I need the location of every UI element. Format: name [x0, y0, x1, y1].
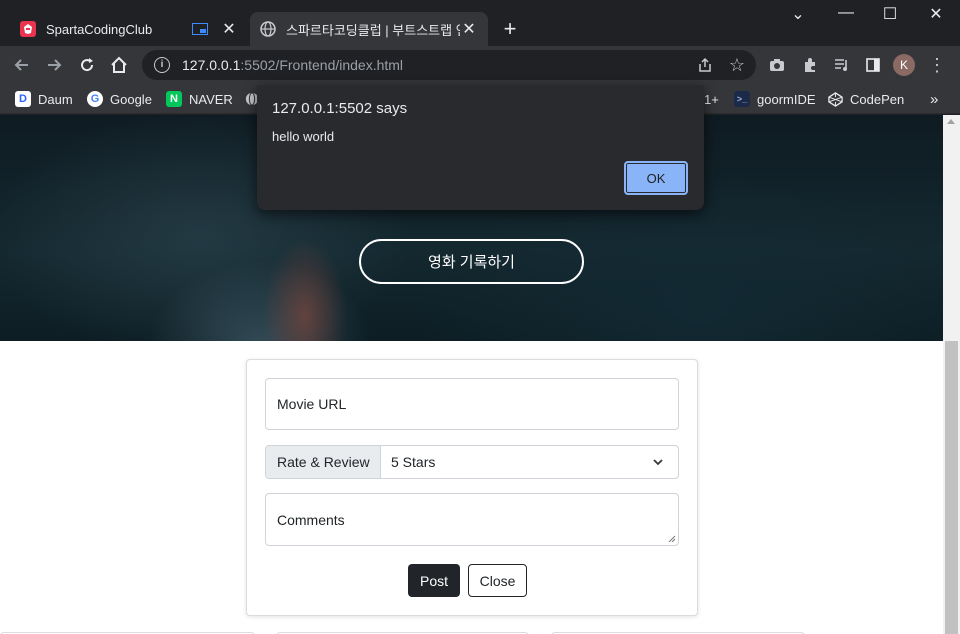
comments-placeholder: Comments [277, 511, 345, 528]
movie-post-form: Movie URL Rate & Review 5 Stars Comments… [246, 359, 698, 616]
tab-title: SpartaCodingClub [46, 21, 153, 37]
address-bar[interactable]: i 127.0.0.1:5502/Frontend/index.html [142, 50, 756, 80]
scrollbar-thumb[interactable] [945, 341, 958, 634]
daum-icon: D [15, 91, 31, 107]
bookmark-label: CodePen [850, 91, 905, 107]
post-button[interactable]: Post [408, 564, 460, 597]
close-window-button[interactable]: ✕ [914, 4, 958, 24]
google-icon: G [87, 91, 103, 107]
tab-strip: SpartaCodingClub ✕ 스파르타코딩클럽 | 부트스트랩 연습 ✕… [0, 0, 960, 46]
bookmarks-overflow-icon[interactable]: » [930, 89, 938, 109]
tab-bootstrap-practice[interactable]: 스파르타코딩클럽 | 부트스트랩 연습 ✕ [250, 12, 488, 46]
profile-avatar[interactable]: K [893, 54, 915, 76]
tab-close-icon[interactable]: ✕ [460, 19, 478, 39]
rating-selected-value: 5 Stars [391, 454, 436, 470]
goormide-icon: >_ [734, 91, 750, 107]
bookmark-star-icon[interactable]: ☆ [724, 52, 750, 78]
site-info-icon[interactable]: i [154, 57, 170, 73]
close-button[interactable]: Close [468, 564, 527, 597]
reload-icon[interactable] [74, 52, 100, 78]
extensions-icon[interactable] [797, 52, 823, 78]
maximize-button[interactable]: ☐ [868, 4, 912, 24]
forward-icon[interactable] [41, 52, 67, 78]
more-menu-icon[interactable]: ⋮ [924, 52, 950, 78]
url-host: 127.0.0.1 [182, 57, 241, 73]
home-icon[interactable] [106, 52, 132, 78]
side-panel-icon[interactable] [860, 52, 886, 78]
globe-icon [260, 21, 276, 37]
naver-icon: N [166, 91, 182, 107]
tab-title: 스파르타코딩클럽 | 부트스트랩 연습 [286, 22, 460, 38]
share-icon[interactable] [692, 52, 718, 78]
bookmark-label: goormIDE [757, 91, 816, 107]
dialog-title: 127.0.0.1:5502 says [272, 100, 408, 117]
picture-in-picture-icon[interactable] [192, 23, 208, 35]
minimize-button[interactable]: — [824, 4, 868, 22]
page-scrollbar[interactable] [943, 115, 960, 634]
camera-icon[interactable] [764, 52, 790, 78]
bookmark-label: NAVER [189, 91, 233, 107]
tab-search-icon[interactable]: ⌄ [776, 4, 820, 24]
scroll-up-arrow-icon[interactable] [947, 119, 955, 124]
comments-textarea[interactable]: Comments [265, 493, 679, 546]
bookmark-naver[interactable]: N NAVER [166, 89, 233, 109]
dialog-message: hello world [272, 129, 335, 144]
movie-url-input[interactable]: Movie URL [265, 378, 679, 430]
rating-select-group: Rate & Review 5 Stars [265, 445, 679, 479]
bookmark-daum[interactable]: D Daum [15, 89, 73, 109]
resize-handle-icon[interactable] [667, 534, 676, 543]
tab-spartacodingclub[interactable]: SpartaCodingClub ✕ [10, 12, 248, 46]
bookmark-partial[interactable]: 1+ [704, 89, 719, 109]
rating-label: Rate & Review [266, 446, 381, 478]
bookmark-label: 1+ [704, 91, 719, 107]
chevron-down-icon [653, 459, 663, 466]
tab-close-icon[interactable]: ✕ [220, 19, 238, 39]
back-icon[interactable] [9, 52, 35, 78]
bookmark-label: Google [110, 91, 152, 107]
alert-dialog: 127.0.0.1:5502 says hello world OK [257, 85, 704, 210]
media-control-icon[interactable] [829, 52, 855, 78]
record-movie-button[interactable]: 영화 기록하기 [359, 239, 584, 284]
dialog-ok-button[interactable]: OK [624, 161, 688, 195]
rating-select[interactable]: 5 Stars [381, 446, 678, 478]
url-path: :5502/Frontend/index.html [240, 57, 404, 73]
browser-toolbar: i 127.0.0.1:5502/Frontend/index.html ☆ K… [0, 46, 960, 84]
new-tab-button[interactable]: + [497, 17, 523, 43]
bookmark-goormide[interactable]: >_ goormIDE [734, 89, 816, 109]
bookmark-label: Daum [38, 91, 73, 107]
bookmark-codepen[interactable]: CodePen [827, 89, 904, 109]
sparta-logo-icon [20, 21, 36, 37]
bookmark-google[interactable]: G Google [87, 89, 152, 109]
codepen-icon [827, 91, 843, 107]
